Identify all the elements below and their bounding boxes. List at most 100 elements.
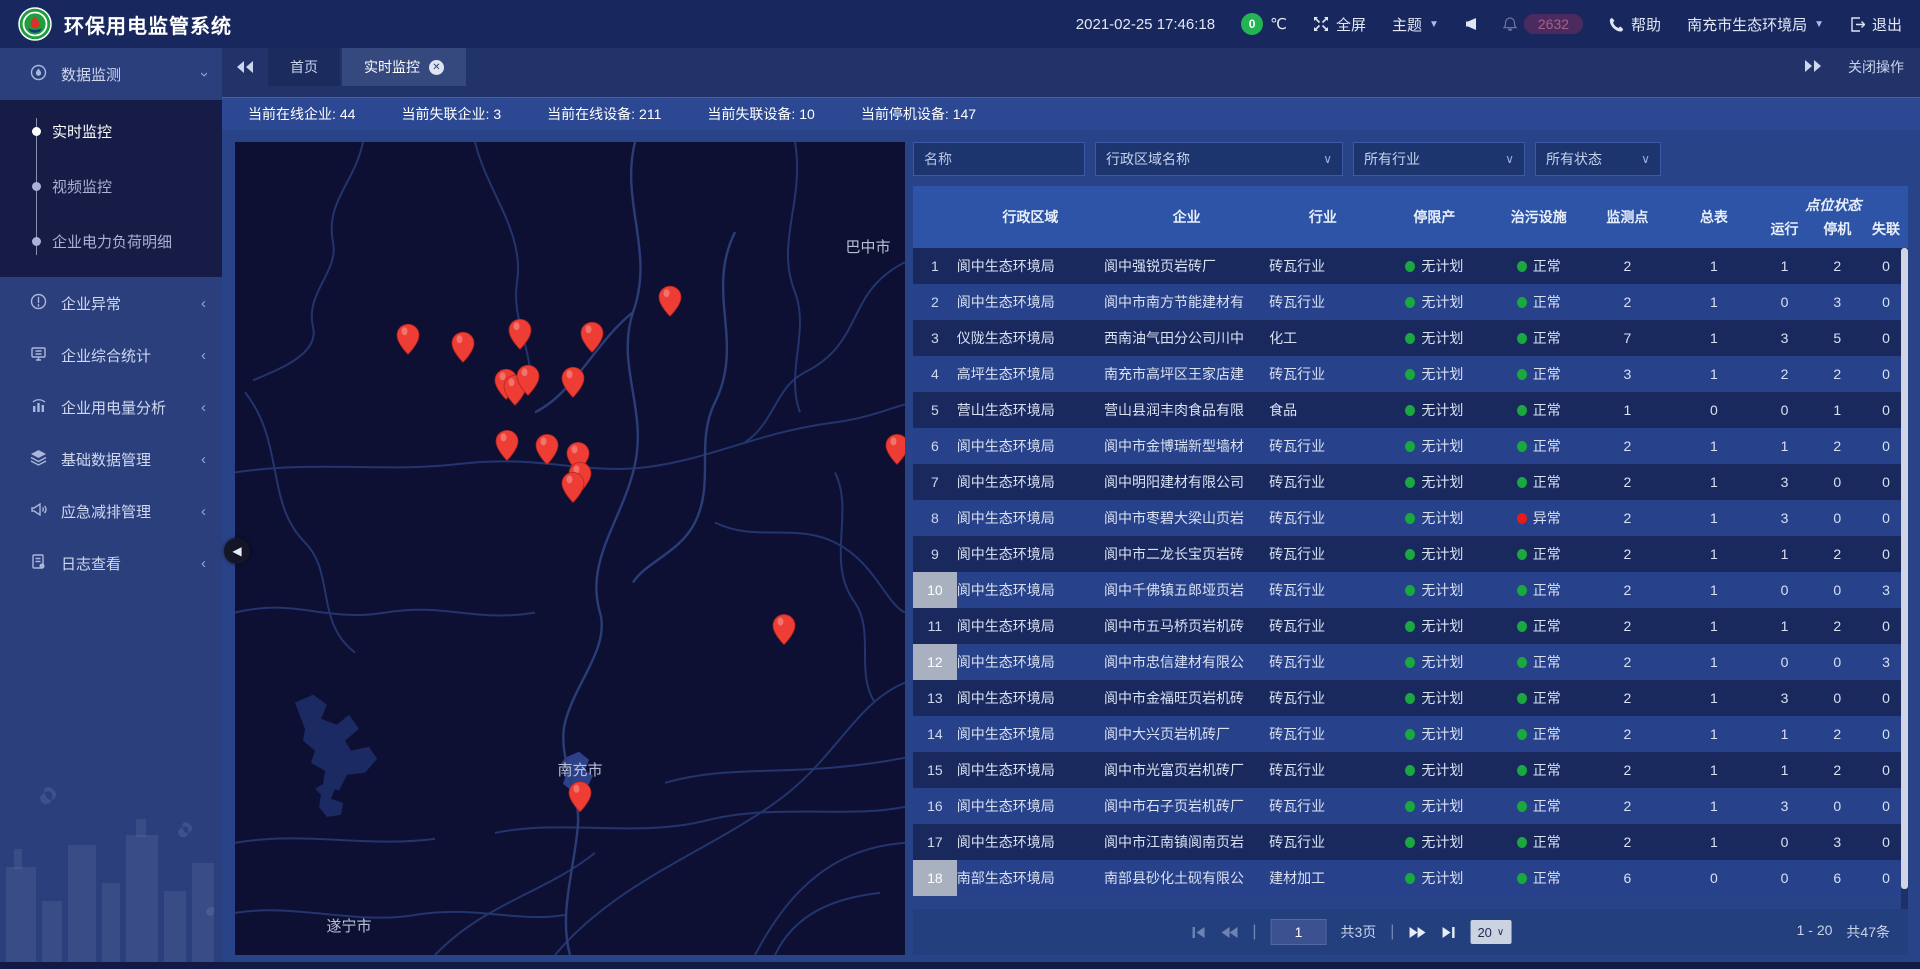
prev-page-button[interactable] [1220,926,1238,939]
status-dot-icon [1405,729,1415,740]
status-dot-icon [1517,837,1527,848]
map-pin-icon[interactable] [562,367,584,397]
col-running: 运行 [1759,216,1811,242]
sidebar-subitem[interactable]: 实时监控 [0,104,222,159]
chevron-down-icon: ∨ [1323,152,1332,166]
map-pin-icon[interactable] [452,332,474,362]
first-page-button[interactable] [1190,926,1206,939]
map-pin-icon[interactable] [886,434,905,464]
table-row[interactable]: 16 阆中生态环境局 阆中市石子页岩机砖厂 砖瓦行业 无计划 正常 2 1 3 … [913,788,1908,824]
sidebar-item-logs[interactable]: 日志查看 ‹ [0,537,222,589]
tab[interactable]: 实时监控 ✕ [342,48,466,86]
doc-icon [30,553,47,574]
map-pin-icon[interactable] [773,615,795,645]
page-number-input[interactable] [1271,919,1327,945]
tab[interactable]: 首页 [268,48,340,86]
chevron-icon: ‹ [201,451,206,468]
table-row[interactable]: 4 高坪生态环境局 南充市高坪区王家店建 砖瓦行业 无计划 正常 3 1 2 2… [913,356,1908,392]
bullet-dot-icon [32,237,41,246]
status-dot-icon [1517,333,1527,344]
status-dot-icon [1517,765,1527,776]
table-row[interactable]: 8 阆中生态环境局 阆中市枣碧大梁山页岩 砖瓦行业 无计划 异常 2 1 3 0… [913,500,1908,536]
sidebar-subitem[interactable]: 视频监控 [0,159,222,214]
phone-icon [1609,17,1624,32]
table-row[interactable]: 11 阆中生态环境局 阆中市五马桥页岩机砖 砖瓦行业 无计划 正常 2 1 1 … [913,608,1908,644]
table-row[interactable]: 18 南部生态环境局 南部县砂化土砚有限公 建材加工 无计划 正常 6 0 0 … [913,860,1908,896]
map-pin-icon[interactable] [496,430,518,460]
table-row[interactable]: 9 阆中生态环境局 阆中市二龙长宝页岩砖 砖瓦行业 无计划 正常 2 1 1 2… [913,536,1908,572]
map-collapse-button[interactable]: ◀ [224,538,250,564]
status-dot-icon [1517,693,1527,704]
sidebar-subitem[interactable]: 企业电力负荷明细 [0,214,222,269]
stat-item: 当前在线设备:211 [547,104,661,124]
table-row[interactable]: 6 阆中生态环境局 阆中市金博瑞新型墙材 砖瓦行业 无计划 正常 2 1 1 2… [913,428,1908,464]
notifications[interactable]: 2632 [1503,14,1583,34]
fullscreen-button[interactable]: 全屏 [1313,14,1366,35]
table-row[interactable]: 13 阆中生态环境局 阆中市金福旺页岩机砖 砖瓦行业 无计划 正常 2 1 3 … [913,680,1908,716]
chevron-down-icon: ∨ [1641,152,1650,166]
map-pin-icon[interactable] [397,324,419,354]
chart-icon [30,397,47,418]
next-page-button[interactable] [1408,926,1426,939]
table-scrollbar[interactable] [1901,248,1908,909]
col-lost: 失联 [1864,216,1908,242]
industry-filter-select[interactable]: 所有行业∨ [1353,142,1525,176]
table-row[interactable]: 10 阆中生态环境局 阆中千佛镇五郎垭页岩 砖瓦行业 无计划 正常 2 1 0 … [913,572,1908,608]
status-dot-icon [1405,693,1415,704]
sidebar-item-data-monitor[interactable]: 数据监测 ‹ [0,48,222,100]
table-row[interactable]: 12 阆中生态环境局 阆中市忠信建材有限公 砖瓦行业 无计划 正常 2 1 0 … [913,644,1908,680]
table-row[interactable]: 17 阆中生态环境局 阆中市江南镇阆南页岩 砖瓦行业 无计划 正常 2 1 0 … [913,824,1908,860]
sidebar-item-enterprise-abnormal[interactable]: 企业异常 ‹ [0,277,222,329]
status-dot-icon [1517,261,1527,272]
table-row[interactable]: 2 阆中生态环境局 阆中市南方节能建材有 砖瓦行业 无计划 正常 2 1 0 3… [913,284,1908,320]
col-facility: 治污设施 [1492,186,1586,248]
chevron-down-icon: ▼ [1429,19,1439,30]
map-pin-icon[interactable] [562,472,584,502]
org-menu[interactable]: 南充市生态环境局▼ [1687,14,1824,35]
name-filter-input[interactable] [913,142,1085,176]
logout-icon [1850,17,1865,32]
map-pin-icon[interactable] [659,286,681,316]
bell-icon [1503,17,1517,32]
status-dot-icon [1405,261,1415,272]
theme-menu[interactable]: 主题▼ [1392,14,1439,35]
tab-close-icon[interactable]: ✕ [429,60,444,75]
table-row[interactable]: 1 阆中生态环境局 阆中强锐页岩砖厂 砖瓦行业 无计划 正常 2 1 1 2 0 [913,248,1908,284]
help-button[interactable]: 帮助 [1609,14,1661,35]
table-row[interactable]: 15 阆中生态环境局 阆中市光富页岩机砖厂 砖瓦行业 无计划 正常 2 1 1 … [913,752,1908,788]
divider: | [1252,923,1256,941]
table-row[interactable]: 14 阆中生态环境局 阆中大兴页岩机砖厂 砖瓦行业 无计划 正常 2 1 1 2… [913,716,1908,752]
sidebar-item-power-analysis[interactable]: 企业用电量分析 ‹ [0,381,222,433]
last-page-button[interactable] [1440,926,1456,939]
sidebar-menu: 数据监测 ‹ 实时监控 视频监控 企业电力负荷明细 企业异常 ‹ 企业综合统计 … [0,48,222,589]
table-row[interactable]: 5 营山生态环境局 营山县润丰肉食品有限 食品 无计划 正常 1 0 0 1 0 [913,392,1908,428]
map-canvas[interactable]: 巴中市南充市遂宁市 [235,142,905,955]
logout-button[interactable]: 退出 [1850,14,1902,35]
chevron-down-icon: ∨ [1497,927,1504,938]
sidebar-item-enterprise-stats[interactable]: 企业综合统计 ‹ [0,329,222,381]
enterprise-table: 行政区域 企业 行业 停限产 治污设施 监测点 总表 点位状态 运行 停机 [913,186,1908,955]
sidebar-item-base-data[interactable]: 基础数据管理 ‹ [0,433,222,485]
sidebar-item-emergency[interactable]: 应急减排管理 ‹ [0,485,222,537]
table-row[interactable]: 7 阆中生态环境局 阆中明阳建材有限公司 砖瓦行业 无计划 正常 2 1 3 0… [913,464,1908,500]
temperature-value: 0 [1241,13,1263,35]
col-index [913,186,957,248]
close-operations-button[interactable]: 关闭操作 [1848,57,1904,77]
table-row[interactable]: 3 仪陇生态环境局 西南油气田分公司川中 化工 无计划 正常 7 1 3 5 0 [913,320,1908,356]
tabs-scroll-right-button[interactable] [1804,59,1822,76]
status-dot-icon [1517,369,1527,380]
map-city-label: 南充市 [558,762,603,779]
map-river [535,142,735,955]
map-pin-icon[interactable] [569,782,591,812]
status-filter-select[interactable]: 所有状态∨ [1535,142,1661,176]
region-filter-select[interactable]: 行政区域名称∨ [1095,142,1343,176]
mute-button[interactable] [1465,17,1477,31]
stat-item: 当前停机设备:147 [861,104,976,124]
map-pin-icon[interactable] [509,319,531,349]
bottom-edge [0,962,1920,969]
status-dot-icon [1405,513,1415,524]
page-size-select[interactable]: 20∨ [1470,920,1511,944]
tabs-scroll-left-button[interactable] [222,48,268,86]
col-point-status-group: 点位状态 运行 停机 失联 [1759,186,1908,248]
map-pin-icon[interactable] [536,434,558,464]
